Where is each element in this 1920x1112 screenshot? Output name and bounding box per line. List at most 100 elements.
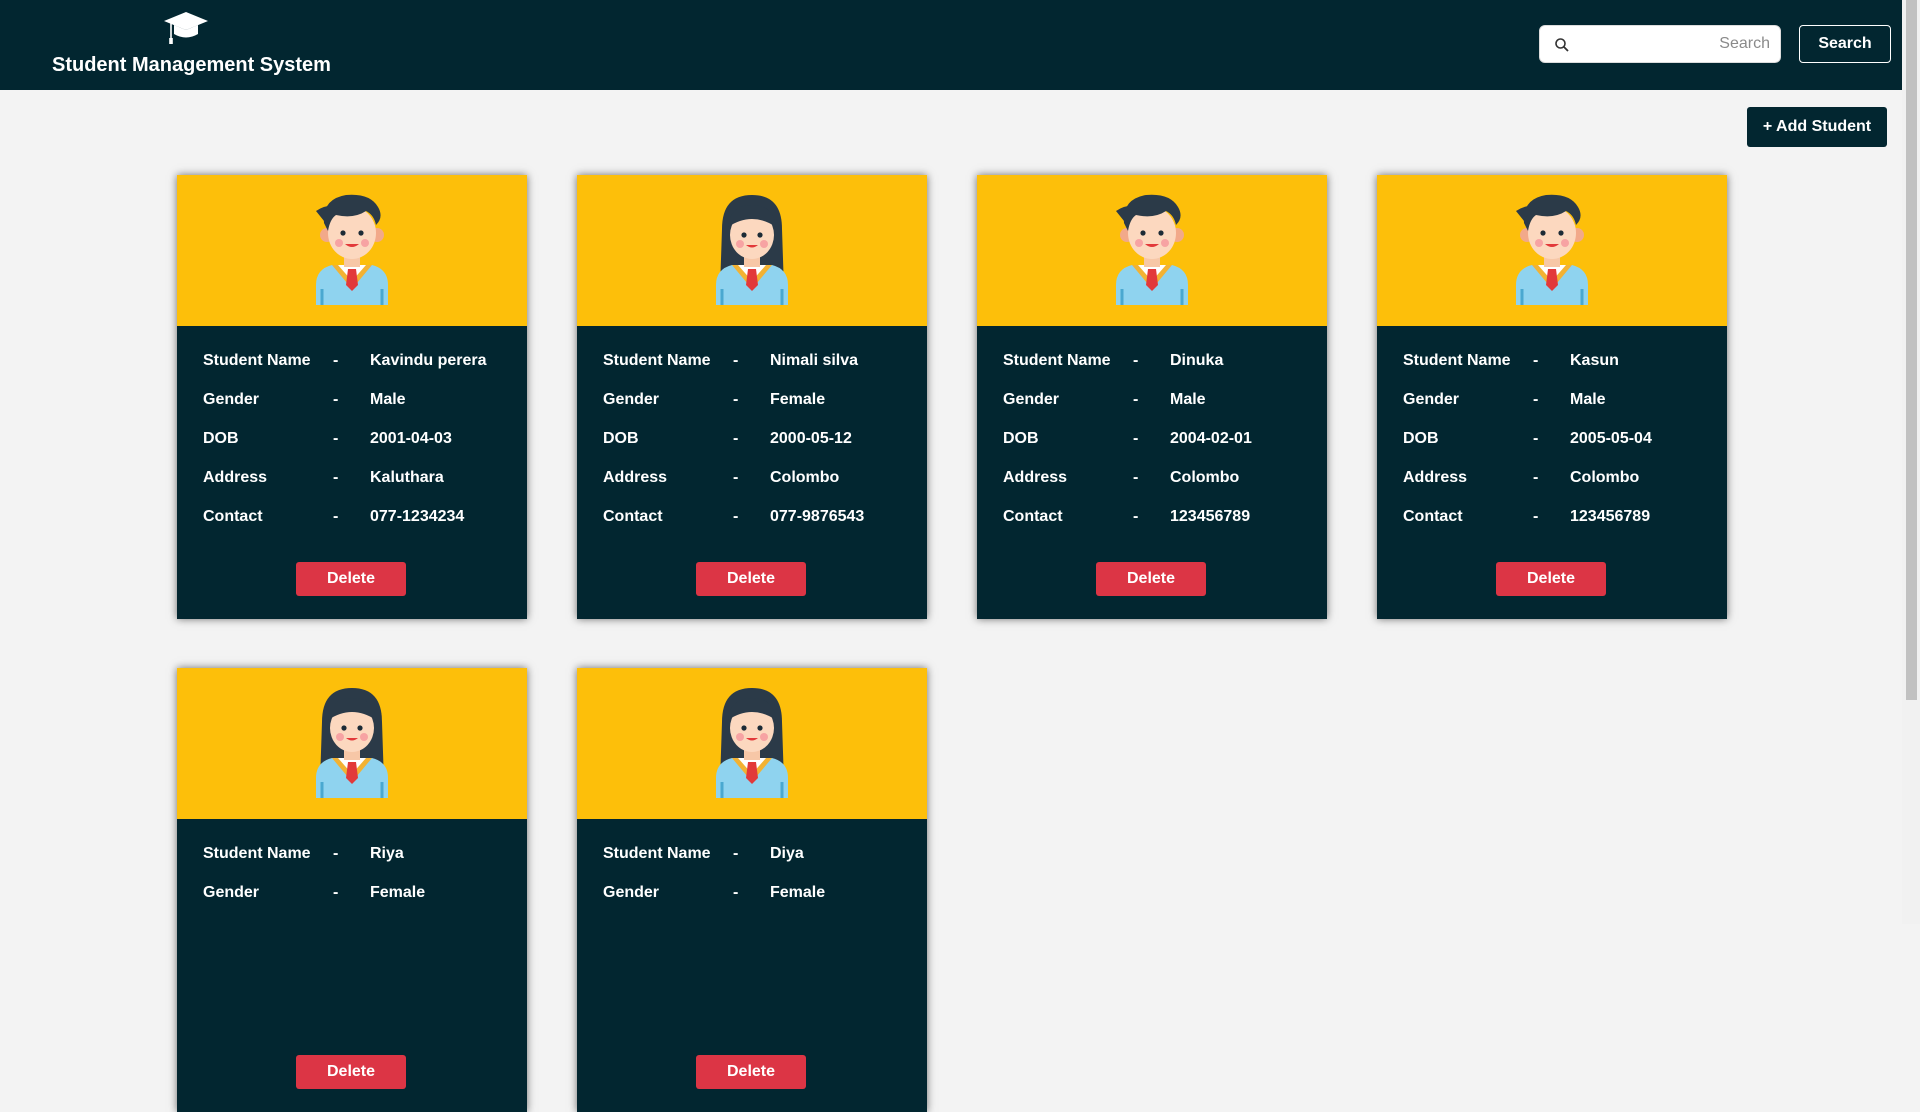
vertical-scrollbar[interactable] (1902, 0, 1920, 924)
field-label: Contact (603, 508, 663, 525)
male-student-icon (1508, 193, 1596, 305)
info-row-gender: Gender - Female (203, 884, 513, 923)
card-header (177, 668, 527, 819)
delete-button[interactable]: Delete (296, 562, 406, 596)
student-info: Student Name - Kavindu perera Gender - Male DO… (203, 352, 513, 547)
field-separator: - (733, 430, 739, 447)
info-row-name: Student Name - Diya (603, 845, 913, 884)
student-card: Student Name - Kavindu perera Gender - Male DO… (177, 175, 527, 619)
student-card: Student Name - Dinuka Gender - Male DOB - 2004-0… (977, 175, 1327, 619)
field-value-name: Kavindu perera (370, 352, 487, 369)
field-separator: - (333, 884, 339, 901)
info-row-gender: Gender - Male (203, 391, 513, 430)
navbar: Student Management System Search (0, 0, 1902, 90)
female-student-icon (308, 686, 396, 798)
field-label: Student Name (603, 352, 711, 369)
field-value-contact: 077-9876543 (770, 508, 865, 525)
field-label: Gender (1003, 391, 1060, 408)
student-card: Student Name - Riya Gender - Female Delete (177, 668, 527, 1112)
field-value-gender: Female (770, 391, 826, 408)
field-label: Address (1003, 469, 1068, 486)
info-row-name: Student Name - Kavindu perera (203, 352, 513, 391)
male-student-icon (1108, 193, 1196, 305)
field-label: Student Name (203, 845, 311, 862)
field-value-address: Colombo (1170, 469, 1240, 486)
delete-button[interactable]: Delete (1096, 562, 1206, 596)
info-row-name: Student Name - Dinuka (1003, 352, 1313, 391)
field-label: DOB (1403, 430, 1439, 447)
field-separator: - (1533, 391, 1539, 408)
field-value-address: Kaluthara (370, 469, 444, 486)
card-header (577, 668, 927, 819)
field-value-dob: 2005-05-04 (1570, 430, 1652, 447)
field-separator: - (1133, 352, 1139, 369)
field-value-name: Kasun (1570, 352, 1619, 369)
info-row-gender: Gender - Male (1003, 391, 1313, 430)
field-value-contact: 077-1234234 (370, 508, 465, 525)
field-label: Address (603, 469, 668, 486)
field-separator: - (333, 430, 339, 447)
field-separator: - (733, 508, 739, 525)
field-label: DOB (603, 430, 639, 447)
brand[interactable]: Student Management System (52, 10, 331, 77)
field-value-dob: 2001-04-03 (370, 430, 452, 447)
field-value-gender: Male (1170, 391, 1206, 408)
card-header (177, 175, 527, 326)
field-separator: - (333, 352, 339, 369)
info-row-name: Student Name - Kasun (1403, 352, 1713, 391)
field-label: Gender (603, 391, 660, 408)
field-value-gender: Male (370, 391, 406, 408)
field-value-gender: Female (370, 884, 426, 901)
student-card: Student Name - Kasun Gender - Male DOB - 2005-05… (1377, 175, 1727, 619)
field-separator: - (733, 391, 739, 408)
field-value-dob: 2004-02-01 (1170, 430, 1252, 447)
field-separator: - (1533, 508, 1539, 525)
field-separator: - (333, 845, 339, 862)
field-separator: - (1533, 469, 1539, 486)
field-separator: - (733, 352, 739, 369)
female-student-icon (708, 686, 796, 798)
delete-button[interactable]: Delete (1496, 562, 1606, 596)
delete-button[interactable]: Delete (696, 562, 806, 596)
info-row-dob: DOB - 2005-05-04 (1403, 430, 1713, 469)
search-input[interactable] (1576, 26, 1772, 62)
field-value-address: Colombo (1570, 469, 1640, 486)
info-row-contact: Contact - 077-9876543 (603, 508, 913, 547)
field-separator: - (1533, 352, 1539, 369)
student-info: Student Name - Dinuka Gender - Male DOB - 2004-0… (1003, 352, 1313, 547)
add-student-button[interactable]: + Add Student (1747, 107, 1887, 147)
info-row-address: Address - Colombo (603, 469, 913, 508)
scrollbar-thumb[interactable] (1906, 0, 1917, 700)
card-header (577, 175, 927, 326)
field-separator: - (333, 469, 339, 486)
search-icon (1555, 38, 1569, 52)
search-button[interactable]: Search (1799, 25, 1891, 63)
graduation-cap-icon (164, 12, 208, 44)
field-separator: - (1133, 391, 1139, 408)
field-value-address: Colombo (770, 469, 840, 486)
info-row-name: Student Name - Riya (203, 845, 513, 884)
female-student-icon (708, 193, 796, 305)
field-label: Contact (1003, 508, 1063, 525)
field-label: Contact (203, 508, 263, 525)
field-separator: - (733, 845, 739, 862)
field-label: Student Name (203, 352, 311, 369)
field-value-contact: 123456789 (1170, 508, 1251, 525)
delete-button[interactable]: Delete (296, 1055, 406, 1089)
field-value-gender: Female (770, 884, 826, 901)
info-row-gender: Gender - Female (603, 884, 913, 923)
delete-button[interactable]: Delete (696, 1055, 806, 1089)
student-info: Student Name - Diya Gender - Female (603, 845, 913, 923)
field-label: Gender (203, 391, 260, 408)
field-separator: - (333, 391, 339, 408)
student-info: Student Name - Kasun Gender - Male DOB - 2005-05… (1403, 352, 1713, 547)
field-value-contact: 123456789 (1570, 508, 1651, 525)
male-student-icon (308, 193, 396, 305)
field-separator: - (1133, 469, 1139, 486)
field-value-name: Dinuka (1170, 352, 1224, 369)
field-label: Address (1403, 469, 1468, 486)
field-label: DOB (203, 430, 239, 447)
field-value-gender: Male (1570, 391, 1606, 408)
field-value-name: Riya (370, 845, 404, 862)
field-label: Student Name (1403, 352, 1511, 369)
